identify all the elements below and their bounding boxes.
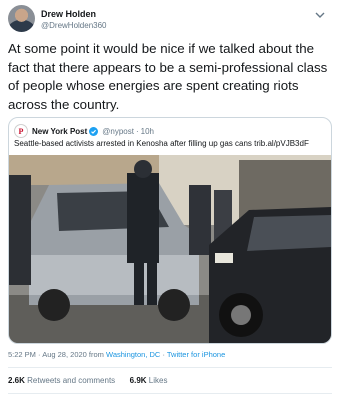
tweet-date[interactable]: Aug 28, 2020: [42, 350, 87, 359]
divider: [8, 393, 332, 394]
retweets-label: Retweets and comments: [27, 376, 116, 385]
tweet-time[interactable]: 5:22 PM: [8, 350, 36, 359]
nypost-avatar: P: [14, 124, 28, 138]
quoted-photo[interactable]: [9, 155, 331, 343]
retweets-count: 2.6K: [8, 376, 25, 385]
meta-from-word: from: [88, 350, 104, 359]
tweet-client-link[interactable]: Twitter for iPhone: [167, 350, 225, 359]
tweet-meta: 5:22 PM · Aug 28, 2020 from Washington, …: [8, 350, 225, 359]
tweet: Drew Holden @DrewHolden360 At some point…: [0, 0, 340, 396]
quoted-text: Seattle-based activists arrested in Keno…: [14, 139, 309, 148]
verified-badge-icon: [89, 126, 99, 136]
meta-separator-2: ·: [162, 350, 165, 359]
tweet-stats: 2.6K Retweets and comments 6.9K Likes: [8, 376, 167, 385]
chevron-down-icon[interactable]: [314, 9, 326, 21]
quoted-time: 10h: [140, 126, 155, 136]
quoted-tweet[interactable]: P New York Post @nypost · 10h Seattle-ba…: [8, 117, 332, 344]
quoted-account-name: New York Post: [32, 126, 88, 136]
retweets-stat[interactable]: 2.6K Retweets and comments: [8, 376, 115, 385]
author-name[interactable]: Drew Holden: [41, 9, 96, 19]
avatar[interactable]: [8, 5, 35, 32]
tweet-location-link[interactable]: Washington, DC: [106, 350, 160, 359]
likes-count: 6.9K: [129, 376, 147, 385]
likes-stat[interactable]: 6.9K Likes: [130, 376, 168, 385]
quoted-separator: ·: [135, 126, 139, 136]
quoted-header: P New York Post @nypost · 10h: [14, 124, 154, 138]
meta-separator-1: ·: [38, 350, 41, 359]
author-handle[interactable]: @DrewHolden360: [41, 21, 107, 30]
divider: [8, 367, 332, 368]
likes-label: Likes: [148, 376, 168, 385]
tweet-text: At some point it would be nice if we tal…: [8, 41, 328, 112]
quoted-handle: @nypost: [102, 126, 134, 136]
